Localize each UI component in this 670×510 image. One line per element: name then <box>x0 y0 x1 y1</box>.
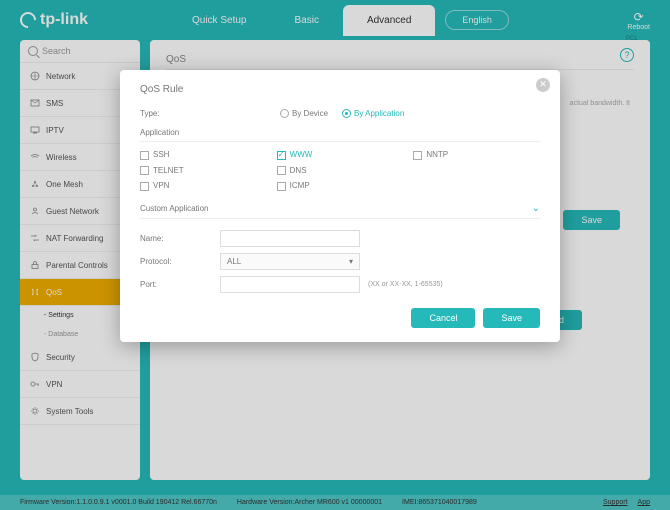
protocol-label: Protocol: <box>140 257 220 266</box>
close-icon[interactable]: ✕ <box>536 78 550 92</box>
cancel-button[interactable]: Cancel <box>411 308 475 328</box>
name-label: Name: <box>140 234 220 243</box>
name-input[interactable] <box>220 230 360 247</box>
port-label: Port: <box>140 280 220 289</box>
app-vpn[interactable]: VPN <box>140 181 267 190</box>
application-section: Application <box>140 122 540 142</box>
app-ssh[interactable]: SSH <box>140 150 267 159</box>
modal-title: QoS Rule <box>140 84 540 95</box>
qos-rule-modal: ✕ QoS Rule Type: By Device By Applicatio… <box>120 70 560 342</box>
type-label: Type: <box>140 109 220 118</box>
modal-save-button[interactable]: Save <box>483 308 540 328</box>
radio-by-application[interactable]: By Application <box>342 109 404 118</box>
port-input[interactable] <box>220 276 360 293</box>
chevron-down-icon[interactable]: ⌄ <box>532 203 540 214</box>
radio-by-device[interactable]: By Device <box>280 109 328 118</box>
app-dns[interactable]: DNS <box>277 166 404 175</box>
port-hint: (XX or XX-XX, 1-65535) <box>368 281 443 288</box>
app-icmp[interactable]: ICMP <box>277 181 404 190</box>
custom-app-label: Custom Application <box>140 204 208 213</box>
chevron-down-icon: ▾ <box>349 257 353 266</box>
app-www[interactable]: WWW <box>277 150 404 159</box>
app-telnet[interactable]: TELNET <box>140 166 267 175</box>
protocol-select[interactable]: ALL▾ <box>220 253 360 270</box>
app-nntp[interactable]: NNTP <box>413 150 540 159</box>
